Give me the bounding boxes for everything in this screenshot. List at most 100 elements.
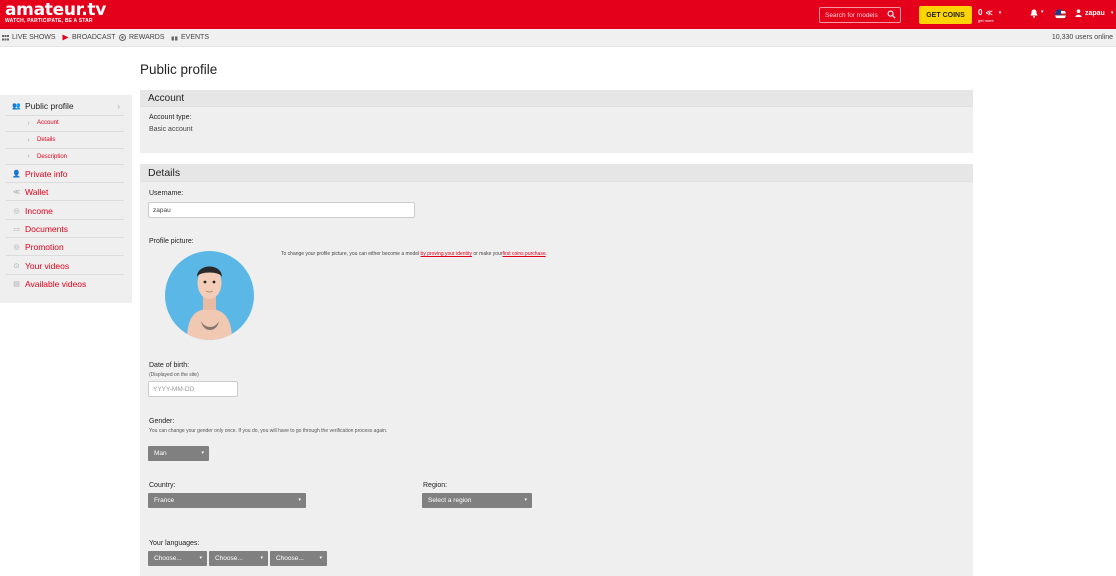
dob-field[interactable]: YYYY-MM-DD bbox=[148, 381, 238, 397]
chevron-right-icon: › bbox=[27, 136, 30, 144]
nav-events[interactable]: EVENTS bbox=[171, 34, 209, 41]
username-label: Username: bbox=[149, 190, 184, 197]
document-icon: ▭ bbox=[13, 225, 20, 233]
user-icon: 👤 bbox=[12, 170, 21, 178]
username-field[interactable]: zapau bbox=[148, 202, 415, 218]
sidebar-item-label: Description bbox=[37, 153, 68, 160]
logo-tagline: WATCH, PARTICIPATE, BE A STAR bbox=[5, 18, 93, 24]
account-panel: Account bbox=[140, 90, 973, 153]
coin-balance[interactable]: 0 ≪ ▾ bbox=[978, 8, 1001, 17]
languages-label: Your languages: bbox=[149, 540, 200, 547]
user-menu[interactable]: zapau ▾ bbox=[1075, 9, 1113, 17]
sidebar-item-account[interactable]: › Account bbox=[6, 115, 124, 132]
profile-picture-label: Profile picture: bbox=[149, 238, 194, 245]
sidebar-item-income[interactable]: ◎ Income bbox=[6, 202, 124, 220]
chevron-down-icon: ▾ bbox=[524, 497, 527, 503]
chevron-down-icon: ▾ bbox=[998, 9, 1002, 16]
play-icon bbox=[62, 34, 69, 41]
note-text: To change your profile picture, you can … bbox=[281, 251, 421, 257]
us-flag-icon[interactable] bbox=[1055, 9, 1066, 20]
gender-sublabel: You can change your gender only once. If… bbox=[149, 428, 388, 434]
sidebar-item-label: Private info bbox=[25, 168, 68, 179]
sidebar-item-label: Wallet bbox=[25, 186, 49, 197]
chevron-down-icon: ▾ bbox=[260, 555, 263, 561]
language-select-2[interactable]: Choose... ▾ bbox=[209, 551, 268, 566]
video-icon: ⊙ bbox=[13, 262, 20, 270]
prove-identity-link[interactable]: by proving your identity bbox=[421, 251, 472, 257]
sidebar-item-label: Promotion bbox=[25, 241, 64, 252]
chevron-right-icon: › bbox=[117, 101, 120, 111]
dob-label: Date of birth: bbox=[149, 362, 190, 369]
bell-icon[interactable] bbox=[1030, 9, 1038, 20]
sidebar-item-details[interactable]: › Details bbox=[6, 132, 124, 149]
sidebar-item-your-videos[interactable]: ⊙ Your videos bbox=[6, 257, 124, 275]
chevron-right-icon: › bbox=[27, 153, 30, 160]
sidebar-item-public-profile[interactable]: 👥 Public profile › bbox=[6, 97, 124, 116]
chevron-down-icon: ▾ bbox=[298, 497, 301, 503]
sidebar-item-label: Available videos bbox=[25, 279, 87, 289]
account-heading: Account bbox=[140, 90, 973, 107]
nav-rewards[interactable]: REWARDS bbox=[119, 34, 165, 41]
first-coins-purchase-link[interactable]: first coins purchase bbox=[503, 251, 546, 257]
reward-icon bbox=[119, 34, 126, 41]
page-title: Public profile bbox=[140, 62, 218, 77]
nav-broadcast[interactable]: BROADCAST bbox=[62, 34, 116, 41]
get-more-link[interactable]: get more bbox=[978, 18, 994, 23]
coin-icon: ◎ bbox=[13, 207, 20, 215]
account-type-value: Basic account bbox=[149, 126, 193, 133]
search-input[interactable] bbox=[825, 11, 887, 19]
username: zapau bbox=[1085, 9, 1105, 17]
dob-sublabel: (Displayed on the site) bbox=[149, 372, 199, 378]
language-select-1[interactable]: Choose... ▾ bbox=[148, 551, 207, 566]
country-value: France bbox=[154, 497, 175, 504]
sidebar-item-label: Public profile bbox=[25, 101, 74, 111]
sidebar-item-description[interactable]: › Description bbox=[6, 149, 124, 165]
sidebar: 👥 Public profile › › Account › Details ›… bbox=[0, 95, 132, 303]
grid-icon bbox=[2, 34, 9, 40]
nav-broadcast-label: BROADCAST bbox=[72, 34, 116, 41]
sidebar-item-label: Your videos bbox=[25, 260, 70, 271]
note-text: . bbox=[545, 251, 547, 257]
get-coins-button[interactable]: GET COINS bbox=[919, 6, 972, 24]
wallet-icon: ≪ bbox=[12, 188, 21, 196]
sidebar-item-label: Income bbox=[25, 205, 53, 216]
nav-live-shows[interactable]: LIVE SHOWS bbox=[2, 34, 56, 41]
search-box bbox=[819, 7, 901, 23]
chevron-down-icon: ▾ bbox=[201, 450, 204, 456]
gender-value: Man bbox=[154, 450, 167, 457]
chevron-down-icon: ▾ bbox=[319, 555, 322, 561]
profile-avatar bbox=[165, 251, 254, 340]
profile-icon: 👥 bbox=[12, 103, 21, 110]
nav-events-label: EVENTS bbox=[181, 34, 210, 41]
chevron-right-icon: › bbox=[27, 119, 30, 127]
search-icon[interactable] bbox=[887, 10, 896, 19]
region-select[interactable]: Select a region ▾ bbox=[422, 493, 532, 508]
country-select[interactable]: France ▾ bbox=[148, 493, 306, 508]
gift-icon bbox=[171, 34, 178, 41]
sidebar-item-wallet[interactable]: ≪ Wallet bbox=[6, 183, 124, 201]
country-label: Country: bbox=[149, 482, 176, 489]
chevron-down-icon: ▾ bbox=[199, 555, 202, 561]
logo[interactable]: amateur.tv WATCH, PARTICIPATE, BE A STAR bbox=[5, 0, 107, 25]
language-value: Choose... bbox=[276, 555, 304, 562]
language-value: Choose... bbox=[154, 555, 182, 562]
coin-count: 0 bbox=[978, 8, 983, 17]
note-text: or make your bbox=[471, 251, 503, 257]
account-type-label: Account type: bbox=[149, 114, 192, 121]
gender-select[interactable]: Man ▾ bbox=[148, 446, 209, 461]
sidebar-item-promotion[interactable]: ◎ Promotion bbox=[6, 238, 124, 256]
sidebar-item-available-videos[interactable]: ▤ Available videos bbox=[6, 275, 124, 293]
chevron-down-icon[interactable]: ▾ bbox=[1041, 9, 1044, 15]
region-label: Region: bbox=[423, 482, 448, 489]
nav-live-shows-label: LIVE SHOWS bbox=[12, 34, 56, 41]
language-value: Choose... bbox=[215, 555, 243, 562]
sidebar-item-documents[interactable]: ▭ Documents bbox=[6, 220, 124, 238]
details-panel: Details bbox=[140, 164, 973, 576]
coin-icon: ≪ bbox=[985, 9, 993, 17]
details-heading: Details bbox=[140, 164, 973, 182]
language-select-3[interactable]: Choose... ▾ bbox=[270, 551, 327, 566]
logo-text: amateur.tv bbox=[5, 0, 107, 20]
sidebar-item-private-info[interactable]: 👤 Private info bbox=[6, 165, 124, 183]
sidebar-item-label: Account bbox=[37, 120, 59, 126]
nav-bar: LIVE SHOWS BROADCAST REWARDS EVENTS 10,3… bbox=[0, 29, 1116, 47]
